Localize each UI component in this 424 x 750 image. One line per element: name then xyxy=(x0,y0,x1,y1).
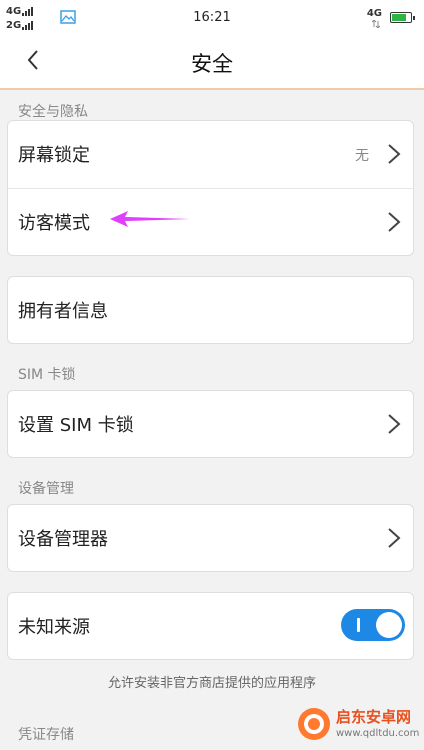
page-title: 安全 xyxy=(191,52,233,76)
settings-item-label: 访客模式 xyxy=(18,213,90,234)
settings-item-owner-info[interactable]: 拥有者信息 xyxy=(8,277,413,343)
data-transfer-icon xyxy=(372,20,380,28)
battery-icon xyxy=(390,12,415,23)
chevron-right-icon xyxy=(388,212,401,232)
settings-item-label: 设置 SIM 卡锁 xyxy=(18,415,134,436)
settings-item-unknown-sources: 未知来源 xyxy=(8,593,413,659)
watermark-name: 启东安卓网 xyxy=(336,708,412,726)
settings-item-label: 未知来源 xyxy=(18,617,90,638)
settings-item-set-sim-lock[interactable]: 设置 SIM 卡锁 xyxy=(8,391,413,457)
settings-item-value: 无 xyxy=(355,148,369,164)
watermark-url: www.qdltdu.com xyxy=(336,728,420,739)
battery-level xyxy=(392,14,407,21)
chevron-right-icon xyxy=(388,528,401,548)
settings-item-label: 屏幕锁定 xyxy=(18,145,90,166)
chevron-right-icon xyxy=(388,144,401,164)
navigation-bar: 安全 xyxy=(0,34,424,90)
annotation-arrow-icon xyxy=(110,211,190,227)
settings-item-guest-mode[interactable]: 访客模式 xyxy=(8,189,413,255)
watermark-logo-icon xyxy=(298,708,330,740)
card-security-privacy: 屏幕锁定 无 访客模式 xyxy=(7,120,414,256)
section-label-device-management: 设备管理 xyxy=(18,481,74,497)
section-label-security-privacy: 安全与隐私 xyxy=(18,104,88,120)
toggle-knob xyxy=(376,612,402,638)
section-label-credential-storage: 凭证存储 xyxy=(18,727,74,743)
toggle-on-indicator xyxy=(357,618,360,632)
watermark: 启东安卓网 www.qdltdu.com xyxy=(296,702,420,746)
unknown-sources-toggle[interactable] xyxy=(341,609,405,641)
settings-item-label: 设备管理器 xyxy=(18,529,108,550)
card-sim-lock: 设置 SIM 卡锁 xyxy=(7,390,414,458)
status-time: 16:21 xyxy=(193,10,231,25)
settings-item-screen-lock[interactable]: 屏幕锁定 无 xyxy=(8,121,413,187)
status-bar: 4G 2G 16:21 4G xyxy=(0,0,424,34)
unknown-sources-hint: 允许安装非官方商店提供的应用程序 xyxy=(107,676,316,691)
chevron-right-icon xyxy=(388,414,401,434)
settings-item-label: 拥有者信息 xyxy=(18,301,108,322)
network-type-right: 4G xyxy=(366,8,382,19)
card-unknown-sources: 未知来源 xyxy=(7,592,414,660)
card-device-management: 设备管理器 xyxy=(7,504,414,572)
card-owner-info: 拥有者信息 xyxy=(7,276,414,344)
section-label-sim-lock: SIM 卡锁 xyxy=(18,367,76,383)
settings-item-device-admin[interactable]: 设备管理器 xyxy=(8,505,413,571)
